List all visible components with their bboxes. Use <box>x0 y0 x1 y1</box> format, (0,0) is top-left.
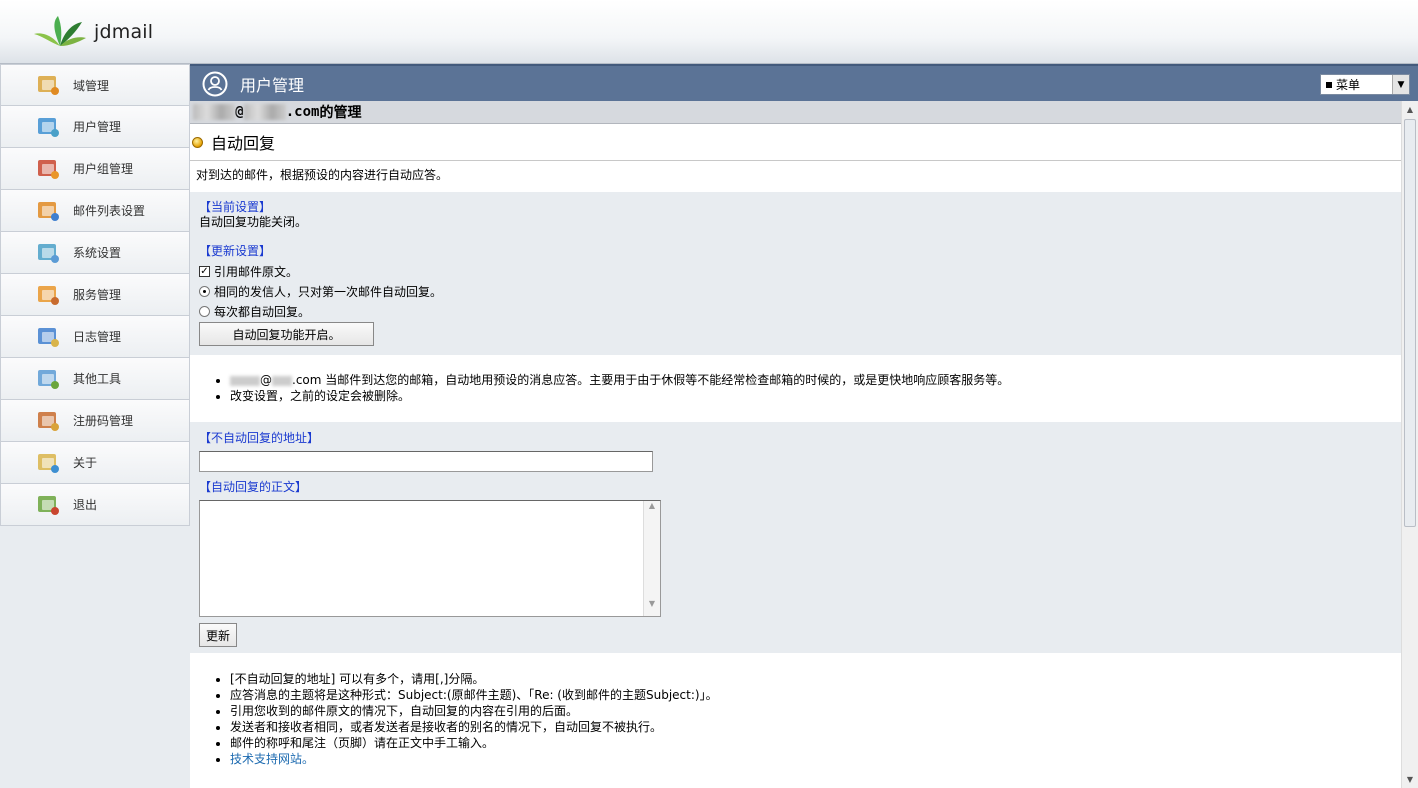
update-button[interactable]: 更新 <box>199 623 237 647</box>
quote-option[interactable]: ✓ 引用邮件原文。 <box>199 261 1401 281</box>
reply-once-option[interactable]: 相同的发信人，只对第一次邮件自动回复。 <box>199 281 1401 301</box>
sidebar-item[interactable]: 邮件列表设置 <box>0 190 190 232</box>
support-site-link[interactable]: 技术支持网站。 <box>230 752 314 766</box>
logo: jdmail <box>32 14 153 50</box>
menu-dropdown-value: 菜单 <box>1336 78 1361 92</box>
sidebar-item[interactable]: 关于 <box>0 442 190 484</box>
info-item: 改变设置，之前的设定会被删除。 <box>230 388 1401 404</box>
user-group-icon <box>35 157 61 181</box>
chevron-down-icon[interactable]: ▼ <box>1392 75 1409 94</box>
sidebar-item-label: 邮件列表设置 <box>73 204 146 218</box>
logout-icon <box>35 493 61 517</box>
reply-once-label: 相同的发信人，只对第一次邮件自动回复。 <box>214 284 443 299</box>
content-area: xxxxx@xxxxx.com 的管理 自动回复 对到达的邮件，根据预设的内容进… <box>190 101 1401 788</box>
leaf-logo-icon <box>34 16 86 46</box>
reply-every-label: 每次都自动回复。 <box>214 304 311 319</box>
sidebar-item-label: 关于 <box>73 456 98 470</box>
reply-form-panel: 【不自动回复的地址】 【自动回复的正文】 ▲ ▼ 更新 <box>190 422 1401 653</box>
quote-label: 引用邮件原文。 <box>214 264 299 279</box>
sidebar-item-label: 域管理 <box>73 78 110 93</box>
update-settings-label: 【更新设置】 <box>199 244 272 258</box>
scroll-up-icon[interactable]: ▲ <box>1402 101 1418 118</box>
sidebar-item[interactable]: 退出 <box>0 484 190 526</box>
sidebar-item[interactable]: 注册码管理 <box>0 400 190 442</box>
quote-checkbox[interactable]: ✓ <box>199 265 210 277</box>
current-settings-value: 自动回复功能关闭。 <box>199 215 308 229</box>
sidebar-item-label: 用户管理 <box>73 120 122 134</box>
sidebar-item[interactable]: 其他工具 <box>0 358 190 400</box>
about-icon <box>35 451 61 475</box>
reply-every-radio[interactable] <box>199 305 210 317</box>
info-item: @.com 当邮件到达您的邮箱，自动地用预设的消息应答。主要用于由于休假等不能经… <box>230 372 1401 388</box>
sidebar-item-label: 注册码管理 <box>73 414 134 428</box>
sidebar-item-label: 其他工具 <box>73 372 122 386</box>
account-header: xxxxx@xxxxx.com 的管理 <box>190 101 1401 124</box>
sidebar-item-label: 系统设置 <box>73 246 122 260</box>
tools-icon <box>35 367 61 391</box>
autoreply-description: 对到达的邮件，根据预设的内容进行自动应答。 <box>196 168 449 182</box>
section-title: 自动回复 <box>190 124 1401 161</box>
account-domain-suffix: .com <box>285 104 320 120</box>
system-settings-icon <box>35 241 61 265</box>
exclude-address-label: 【不自动回复的地址】 <box>199 431 320 445</box>
help-item: [不自动回复的地址] 可以有多个，请用[,]分隔。 <box>230 671 1401 687</box>
menu-square-icon <box>1326 81 1332 88</box>
redacted-username: xxxxx <box>193 104 236 120</box>
sidebar-item[interactable]: 域管理 <box>0 64 190 106</box>
scroll-down-icon[interactable]: ▼ <box>644 599 660 616</box>
mailing-list-icon <box>35 199 61 223</box>
textarea-scrollbar[interactable]: ▲ ▼ <box>643 501 660 616</box>
enable-autoreply-button[interactable]: 自动回复功能开启。 <box>199 322 374 346</box>
log-icon <box>35 325 61 349</box>
sidebar-item[interactable]: 日志管理 <box>0 316 190 358</box>
autoreply-title: 自动回复 <box>211 134 276 153</box>
reply-once-radio[interactable] <box>199 285 210 297</box>
page-title: 用户管理 <box>240 75 305 95</box>
page-scrollbar[interactable]: ▲ ▼ <box>1401 101 1418 788</box>
domain-icon <box>35 73 61 97</box>
sidebar-item-label: 退出 <box>73 498 98 512</box>
sidebar-item[interactable]: 用户组管理 <box>0 148 190 190</box>
help-item: 技术支持网站。 <box>230 751 1401 767</box>
sidebar-item-label: 用户组管理 <box>73 162 134 176</box>
scroll-up-icon[interactable]: ▲ <box>644 501 660 518</box>
bullet-icon <box>192 136 203 148</box>
top-header: jdmail <box>0 0 1418 64</box>
sidebar-item[interactable]: 服务管理 <box>0 274 190 316</box>
account-manage-suffix: 的管理 <box>319 105 362 121</box>
info-list: @.com 当邮件到达您的邮箱，自动地用预设的消息应答。主要用于由于休假等不能经… <box>190 355 1401 422</box>
scroll-down-icon[interactable]: ▼ <box>1402 771 1418 788</box>
reply-body-label: 【自动回复的正文】 <box>199 480 308 494</box>
scrollbar-thumb[interactable] <box>1404 119 1416 527</box>
page-titlebar: 用户管理 菜单 ▼ <box>190 64 1418 101</box>
app-name: jdmail <box>94 21 154 43</box>
help-item: 引用您收到的邮件原文的情况下，自动回复的内容在引用的后面。 <box>230 703 1401 719</box>
help-list: [不自动回复的地址] 可以有多个，请用[,]分隔。应答消息的主题将是这种形式：S… <box>190 653 1401 783</box>
redacted-email <box>230 375 260 386</box>
reply-body-textarea[interactable]: ▲ ▼ <box>199 500 661 617</box>
settings-panel: 【当前设置】 自动回复功能关闭。 【更新设置】 ✓ 引用邮件原文。 相同的发信人… <box>190 192 1401 355</box>
main-panel: 用户管理 菜单 ▼ xxxxx@xxxxx.com 的管理 自动回复 对到达的邮… <box>190 64 1418 788</box>
license-icon <box>35 409 61 433</box>
sidebar: 域管理用户管理用户组管理邮件列表设置 系统设置服务管理日志管理其他工具注册码管理关… <box>0 64 190 788</box>
redacted-email-domain <box>272 375 292 386</box>
sidebar-item-label: 服务管理 <box>73 288 122 302</box>
sidebar-item[interactable]: 用户管理 <box>0 106 190 148</box>
help-item: 邮件的称呼和尾注（页脚）请在正文中手工输入。 <box>230 735 1401 751</box>
user-circle-icon <box>202 71 228 96</box>
redacted-domain: xxxxx <box>243 104 286 120</box>
help-item: 应答消息的主题将是这种形式：Subject:(原邮件主题)、「Re: (收到邮件… <box>230 687 1401 703</box>
user-icon <box>35 115 61 139</box>
sidebar-item-label: 日志管理 <box>73 330 122 344</box>
exclude-address-input[interactable] <box>199 451 653 472</box>
service-icon <box>35 283 61 307</box>
menu-dropdown[interactable]: 菜单 ▼ <box>1320 74 1410 95</box>
current-settings-label: 【当前设置】 <box>199 200 272 214</box>
sidebar-item[interactable]: 系统设置 <box>0 232 190 274</box>
help-item: 发送者和接收者相同，或者发送者是接收者的别名的情况下，自动回复不被执行。 <box>230 719 1401 735</box>
reply-every-option[interactable]: 每次都自动回复。 <box>199 301 1401 321</box>
